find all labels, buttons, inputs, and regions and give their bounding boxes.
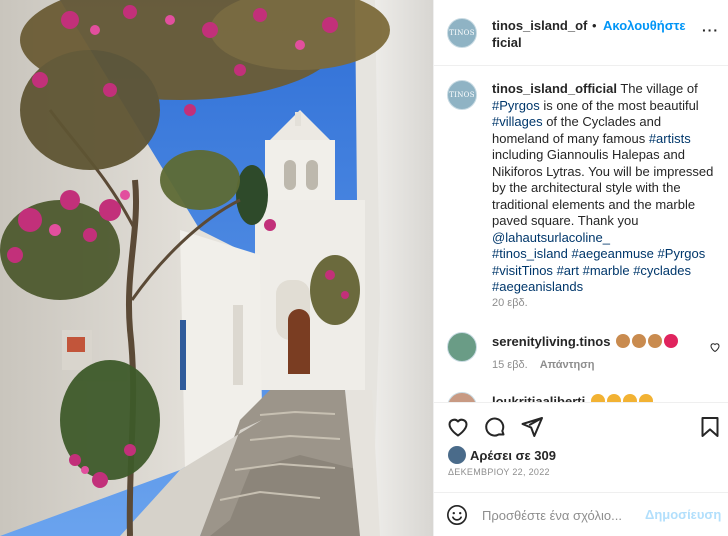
liker-avatar[interactable] [448,446,466,464]
reply-button[interactable]: Απάντηση [540,359,595,371]
follow-button[interactable]: Ακολουθήστε [603,17,686,34]
likes-count[interactable]: Αρέσει σε 309 [470,448,556,463]
commenter-username: serenityliving.tinos [492,334,679,349]
commenter-username: loukritiaaliberti [492,394,653,402]
post-comment-button[interactable]: Δημοσίευση [645,507,721,522]
caption-text: tinos_island_official The village of #Py… [492,81,718,296]
hashtag-link[interactable]: #cyclades [633,263,691,278]
hashtag-link[interactable]: #villages [492,114,543,129]
post-date[interactable]: ΔΕΚΕΜΒΡΙΟΥ 22, 2022 [448,467,550,477]
comments-list[interactable]: TINOS tinos_island_official The village … [434,66,728,402]
post-actions: Αρέσει σε 309 ΔΕΚΕΜΒΡΙΟΥ 22, 2022 [434,402,728,492]
post-side-panel: TINOS tinos_island_official • Ακολουθήστ… [433,0,728,536]
separator-dot: • [592,18,597,33]
paper-plane-icon[interactable] [520,415,544,439]
emoji-icon [632,334,647,348]
more-options-icon[interactable]: ··· [702,22,719,38]
hashtag-link[interactable]: #tinos_island [492,246,568,261]
commenter-username-text[interactable]: serenityliving.tinos [492,334,610,349]
commenter-avatar[interactable] [447,332,477,362]
comment-timestamp[interactable]: 15 εβδ. [492,359,528,371]
commenter-username-text[interactable]: loukritiaaliberti [492,394,585,402]
account-avatar[interactable]: TINOS [447,18,477,48]
emoji-icon [590,394,605,402]
hashtag-link[interactable]: #artists [649,131,691,146]
comment-input[interactable] [482,505,642,525]
caption-timestamp[interactable]: 20 εβδ. [492,297,528,309]
bookmark-icon[interactable] [698,415,722,439]
emoji-icon [622,394,637,402]
caption-segment: including Giannoulis Halepas and Nikifor… [492,147,714,228]
hashtag-link[interactable]: #Pyrgos [658,246,706,261]
emoji-icon [638,394,653,402]
post-header: TINOS tinos_island_official • Ακολουθήστ… [434,0,728,66]
caption-segment: is one of the most beautiful [539,97,699,113]
commenter-avatar[interactable] [447,392,477,402]
add-comment-bar: Δημοσίευση [434,492,728,536]
heart-emoji-icon [664,334,679,348]
comment-like-icon[interactable] [709,341,721,353]
hashtag-link[interactable]: #marble [583,263,630,278]
emoji-icon [648,334,663,348]
village-alley-image [0,0,433,536]
hashtag-link[interactable]: #aegeanmuse [572,246,654,261]
emoji-picker-icon[interactable] [446,504,468,526]
emoji-icon [606,394,621,402]
account-username[interactable]: tinos_island_official [492,17,588,51]
heart-icon[interactable] [446,415,470,439]
hashtag-link[interactable]: #aegeanislands [492,279,583,294]
hashtag-link[interactable]: #art [557,263,579,278]
caption-segment: The village of [616,81,698,96]
post-photo[interactable] [0,0,433,536]
comment-icon[interactable] [483,415,507,439]
mention-link[interactable]: @lahautsurlacoline_ [492,230,610,245]
comment-meta: 15 εβδ. Απάντηση [492,359,595,371]
hashtag-link[interactable]: #visitTinos [492,263,553,278]
hashtag-link[interactable]: #Pyrgos [492,98,540,113]
emoji-icon [616,334,631,348]
caption-username[interactable]: tinos_island_official [492,81,617,96]
caption-avatar[interactable]: TINOS [447,80,477,110]
